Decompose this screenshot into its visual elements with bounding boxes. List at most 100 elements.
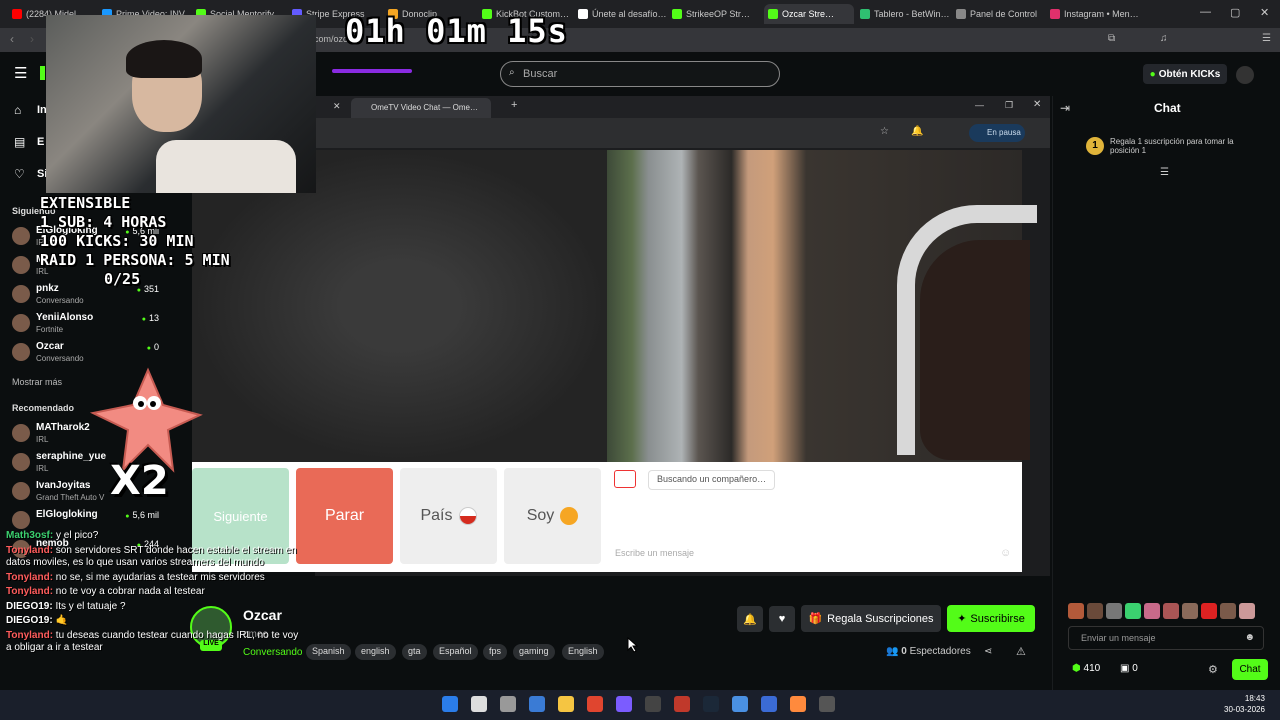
taskbar-app-icon[interactable]	[558, 696, 574, 712]
new-tab-icon[interactable]: +	[511, 99, 517, 111]
country-label: País	[420, 507, 453, 524]
tab-favicon-icon	[768, 9, 778, 19]
inner-toolbar: ☆ 🔔 En pausa	[315, 118, 1050, 148]
emote-icon[interactable]	[1087, 603, 1103, 619]
stream-tag[interactable]: English	[562, 644, 604, 660]
star-icon[interactable]: ☆	[880, 126, 889, 137]
stream-tag[interactable]: fps	[483, 644, 508, 660]
collapse-chat-icon[interactable]: ⇥	[1060, 101, 1070, 115]
back-icon[interactable]: ‹	[10, 32, 14, 46]
stop-button[interactable]: Parar	[296, 468, 393, 564]
chat-input[interactable]: Enviar un mensaje ☻	[1068, 626, 1264, 650]
show-more-link[interactable]: Mostrar más	[12, 377, 62, 387]
report-icon[interactable]: ⚠	[1016, 645, 1026, 658]
subscribe-button[interactable]: ✦ Suscribirse	[947, 605, 1035, 632]
taskbar-app-icon[interactable]	[587, 696, 603, 712]
viewers-label: Espectadores	[909, 646, 971, 657]
forward-icon[interactable]: ›	[30, 32, 34, 46]
emote-icon[interactable]	[1106, 603, 1122, 619]
browser-tab[interactable]: StrikeeOP Str…	[668, 4, 762, 24]
user-avatar[interactable]	[1236, 66, 1254, 84]
music-icon[interactable]: ♫	[1160, 33, 1168, 44]
extensions-icon[interactable]: ⧉	[1108, 33, 1115, 44]
emote-icon[interactable]	[1068, 603, 1084, 619]
taskbar-app-icon[interactable]	[471, 696, 487, 712]
taskbar-app-icon[interactable]	[442, 696, 458, 712]
inner-minimize-icon[interactable]: —	[975, 100, 984, 110]
emote-icon[interactable]	[1239, 603, 1255, 619]
tab-favicon-icon	[860, 9, 870, 19]
heart-icon: ♥	[778, 613, 786, 625]
browser-tab[interactable]: Únete al desafío…	[574, 4, 666, 24]
paused-badge[interactable]: En pausa	[969, 124, 1025, 142]
emote-icon[interactable]	[1125, 603, 1141, 619]
taskbar-app-icon[interactable]	[529, 696, 545, 712]
taskbar-app-icon[interactable]	[616, 696, 632, 712]
secondary-balance: ▣ 0	[1120, 663, 1138, 674]
hamburger-icon[interactable]: ☰	[14, 64, 27, 82]
country-button[interactable]: País	[400, 468, 497, 564]
stream-tag[interactable]: Spanish	[306, 644, 351, 660]
nav-browse-label[interactable]: E	[37, 136, 44, 148]
emote-icon[interactable]	[1220, 603, 1236, 619]
sidebar-channel[interactable]: YeniiAlonso Fortnite 13	[8, 310, 163, 338]
browser-tab[interactable]: Panel de Control	[952, 4, 1044, 24]
get-kicks-button[interactable]: ● Obtén KICKs	[1143, 64, 1227, 84]
system-clock[interactable]: 18:43 30-03-2026	[1224, 693, 1265, 715]
viewer-count: 5,6 mil	[125, 510, 159, 520]
share-icon[interactable]: ⋖	[984, 646, 992, 657]
inner-tab-ometv[interactable]: OmeTV Video Chat — Ome…	[351, 98, 491, 118]
follow-button[interactable]: ♥	[769, 606, 795, 632]
taskbar-app-icon[interactable]	[645, 696, 661, 712]
following-icon[interactable]: ♡	[14, 167, 25, 181]
emote-icon[interactable]	[1163, 603, 1179, 619]
chat-title: Chat	[1154, 101, 1181, 115]
stream-tag[interactable]: gta	[402, 644, 427, 660]
maximize-icon[interactable]: ▢	[1230, 6, 1240, 19]
gender-button[interactable]: Soy	[504, 468, 601, 564]
bell-icon[interactable]: 🔔	[911, 126, 923, 137]
emote-icon[interactable]	[1144, 603, 1160, 619]
ometv-message-input[interactable]: Escribe un mensaje	[615, 548, 694, 558]
channel-avatar	[12, 511, 30, 529]
sidebar-channel[interactable]: Ozcar Conversando 0	[8, 339, 163, 367]
stream-tag[interactable]: english	[355, 644, 396, 660]
browser-tab[interactable]: Instagram • Men…	[1046, 4, 1140, 24]
overlay-chat-message: DIEGO19: Its y el tatuaje ?	[6, 601, 306, 614]
menu-icon[interactable]: ☰	[1262, 33, 1271, 44]
gift-subs-button[interactable]: 🎁 Regala Suscripciones	[801, 605, 941, 632]
stream-tag[interactable]: Español	[433, 644, 478, 660]
chat-filter-icon[interactable]: ☰	[1160, 167, 1169, 178]
taskbar-app-icon[interactable]	[819, 696, 835, 712]
notification-button[interactable]: 🔔	[737, 606, 763, 632]
stream-tag[interactable]: gaming	[513, 644, 555, 660]
emote-icon[interactable]	[1201, 603, 1217, 619]
chat-settings-icon[interactable]: ⚙	[1208, 663, 1218, 676]
browse-icon[interactable]: ▤	[14, 135, 25, 149]
home-icon[interactable]: ⌂	[14, 103, 21, 117]
kick-logo[interactable]	[40, 66, 45, 80]
taskbar-app-icon[interactable]	[790, 696, 806, 712]
browser-tab[interactable]: Ozcar Stre…	[764, 4, 854, 24]
close-icon[interactable]: ✕	[1260, 6, 1269, 19]
taskbar-app-icon[interactable]	[674, 696, 690, 712]
taskbar-app-icon[interactable]	[500, 696, 516, 712]
browser-tab[interactable]: Tablero - BetWin…	[856, 4, 950, 24]
search-input[interactable]: ⌕ Buscar	[500, 61, 780, 87]
overlay-chat-user: DIEGO19:	[6, 615, 53, 626]
inner-close-icon[interactable]: ✕	[333, 101, 341, 112]
taskbar-app-icon[interactable]	[732, 696, 748, 712]
overlay-chat-text: no se, si me ayudarias a testear mis ser…	[53, 571, 265, 583]
subscribe-label: Suscribirse	[970, 612, 1025, 625]
emote-icon[interactable]	[1182, 603, 1198, 619]
chat-send-button[interactable]: Chat	[1232, 659, 1268, 680]
minimize-icon[interactable]: —	[1200, 6, 1211, 18]
channel-name: MATharok2	[36, 422, 90, 433]
inner-restore-icon[interactable]: ❐	[1005, 100, 1013, 111]
chat-emoji-icon[interactable]: ☻	[1244, 632, 1255, 643]
emoji-picker-icon[interactable]: ☺	[1000, 547, 1011, 559]
taskbar-app-icon[interactable]	[761, 696, 777, 712]
channel-avatar	[12, 227, 30, 245]
taskbar-app-icon[interactable]	[703, 696, 719, 712]
inner-x-icon[interactable]: ✕	[1033, 99, 1041, 110]
